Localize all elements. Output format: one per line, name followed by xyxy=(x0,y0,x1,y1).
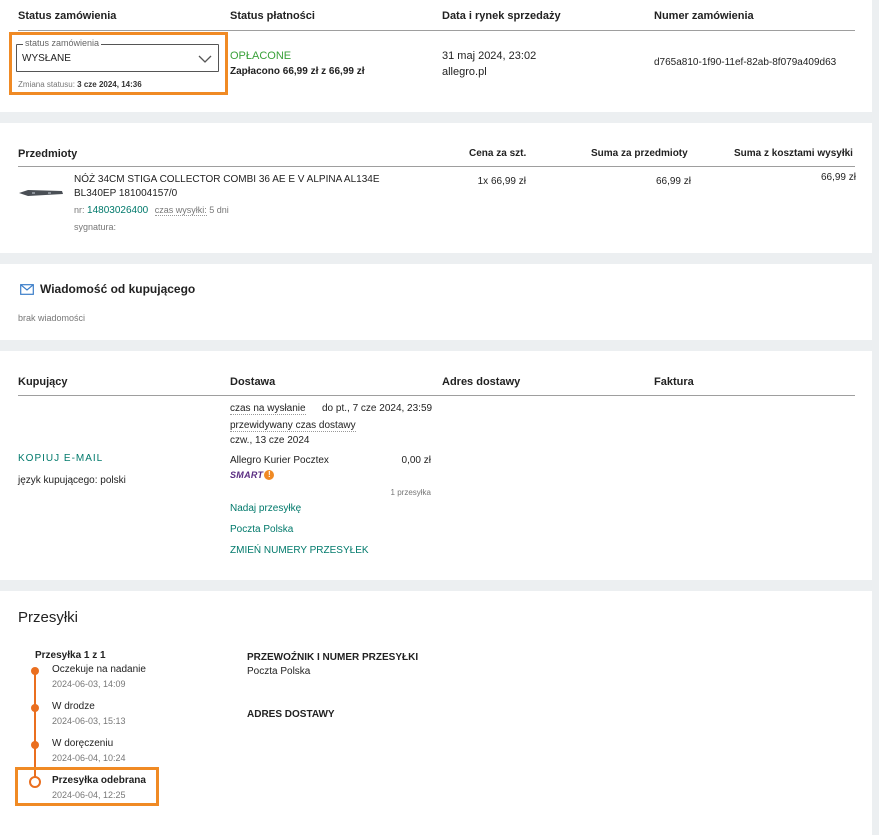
item-signature: sygnatura: xyxy=(74,222,117,232)
divider xyxy=(18,166,855,167)
change-numbers-link[interactable]: ZMIEŃ NUMERY PRZESYŁEK xyxy=(230,545,369,556)
expected-delivery-value: czw., 13 cze 2024 xyxy=(230,435,310,446)
item-number-link[interactable]: 14803026400 xyxy=(87,205,148,216)
order-status-card: Status zamówienia Status płatności Data … xyxy=(0,0,872,112)
order-number: d765a810-1f90-11ef-82ab-8f079a409d63 xyxy=(654,57,837,68)
col-header-order-number: Numer zamówienia xyxy=(654,10,754,22)
timeline-step-label: Oczekuje na nadanie xyxy=(52,664,146,675)
col-header-sale-date: Data i rynek sprzedaży xyxy=(442,10,561,22)
shipments-card: Przesyłki Przesyłka 1 z 1 Oczekuje na na… xyxy=(0,591,872,835)
item-unit-price: 1x 66,99 zł xyxy=(477,176,526,187)
buyer-message-title: Wiadomość od kupującego xyxy=(40,282,196,296)
col-header-delivery: Dostawa xyxy=(230,376,276,388)
col-header-buyer: Kupujący xyxy=(18,376,68,388)
payment-status: OPŁACONE xyxy=(230,50,292,62)
timeline-step-label: W drodze xyxy=(52,701,95,712)
col-header-items: Przedmioty xyxy=(18,148,78,160)
carrier-name: Allegro Kurier Pocztex xyxy=(230,455,329,466)
col-header-items-total: Suma za przedmioty xyxy=(591,148,688,159)
postal-link[interactable]: Poczta Polska xyxy=(230,524,293,535)
buyer-card: Kupujący Dostawa Adres dostawy Faktura K… xyxy=(0,351,872,580)
items-card: Przedmioty Cena za szt. Suma za przedmio… xyxy=(0,123,872,253)
timeline-dot xyxy=(31,667,39,675)
timeline-step-date: 2024-06-03, 14:09 xyxy=(52,679,126,689)
payment-paid-amount: Zapłacono 66,99 zł z 66,99 zł xyxy=(230,66,365,77)
highlight-delivered-box xyxy=(15,767,159,806)
address-header: ADRES DOSTAWY xyxy=(247,709,335,720)
shipment-carrier-name: Poczta Polska xyxy=(247,666,311,677)
timeline-line xyxy=(34,671,36,777)
col-header-payment-status: Status płatności xyxy=(230,10,315,22)
item-total-shipping: 66,99 zł xyxy=(820,172,856,183)
col-header-total-shipping: Suma z kosztami wysyłki xyxy=(734,148,853,159)
timeline-dot xyxy=(31,741,39,749)
item-name-line2: BL340EP 181004157/0 xyxy=(74,188,178,199)
buyer-message-card: Wiadomość od kupującego brak wiadomości xyxy=(0,264,872,340)
marketplace: allegro.pl xyxy=(442,66,487,78)
expected-delivery-label: przewidywany czas dostawy xyxy=(230,420,356,432)
shipment-subtitle: Przesyłka 1 z 1 xyxy=(35,650,106,661)
col-header-order-status: Status zamówienia xyxy=(18,10,117,22)
sale-date: 31 maj 2024, 23:02 xyxy=(442,50,537,62)
timeline-dot xyxy=(31,704,39,712)
col-header-unit-price: Cena za szt. xyxy=(469,148,527,159)
timeline-step-label: W doręczeniu xyxy=(52,738,114,749)
item-meta: nr: 14803026400 czas wysyłki: 5 dni xyxy=(74,205,229,216)
send-time-label: czas na wysłanie xyxy=(230,403,306,415)
smart-badge-icon: SMART ! xyxy=(230,469,275,481)
buyer-language: język kupującego: polski xyxy=(18,475,126,486)
highlight-status-box xyxy=(9,32,228,95)
buyer-message-body: brak wiadomości xyxy=(18,313,86,323)
shipments-title: Przesyłki xyxy=(18,609,79,626)
parcels-count: 1 przesyłka xyxy=(390,488,431,497)
col-header-delivery-address: Adres dostawy xyxy=(442,376,521,388)
envelope-icon xyxy=(20,284,34,295)
timeline-step-date: 2024-06-04, 10:24 xyxy=(52,753,126,763)
col-header-invoice: Faktura xyxy=(654,376,694,388)
send-time-value: do pt., 7 cze 2024, 23:59 xyxy=(322,403,433,414)
divider xyxy=(18,30,855,31)
knife-thumbnail xyxy=(19,190,63,196)
divider xyxy=(18,395,855,396)
send-parcel-link[interactable]: Nadaj przesyłkę xyxy=(230,503,301,514)
copy-email-button[interactable]: KOPIUJ E-MAIL xyxy=(18,453,103,464)
carrier-price: 0,00 zł xyxy=(401,455,431,466)
item-name-line1: NÓŻ 34CM STIGA COLLECTOR COMBI 36 AE E V… xyxy=(74,174,380,185)
timeline-step-date: 2024-06-03, 15:13 xyxy=(52,716,126,726)
item-total: 66,99 zł xyxy=(655,176,691,187)
carrier-header: PRZEWOŹNIK I NUMER PRZESYŁKI xyxy=(247,652,419,663)
